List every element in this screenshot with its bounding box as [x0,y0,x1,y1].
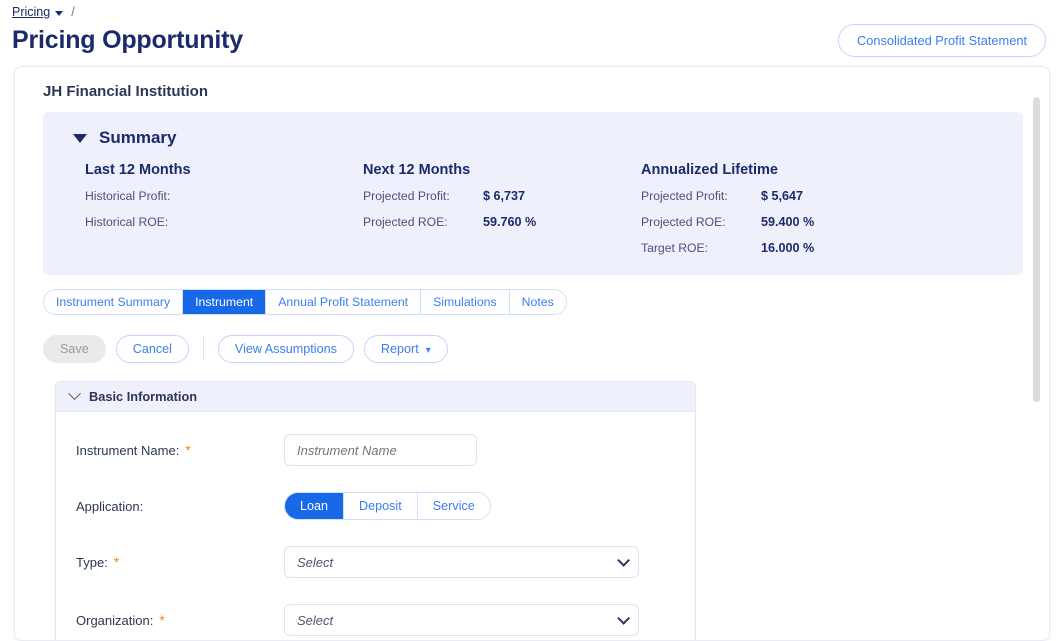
summary-value: 59.400 % [761,215,815,229]
action-toolbar: Save Cancel View Assumptions Report ▾ [43,335,1033,363]
label-text: Instrument Name: [76,442,180,458]
summary-value: $ 5,647 [761,189,804,203]
instrument-name-input[interactable] [284,434,477,466]
institution-name: JH Financial Institution [43,83,209,100]
tab-instrument[interactable]: Instrument [183,290,267,314]
basic-information-header[interactable]: Basic Information [56,382,695,412]
instrument-name-label: Instrument Name: * [76,443,284,458]
summary-value: 16.000 % [761,241,815,255]
summary-label: Projected Profit: [363,189,450,203]
tab-notes[interactable]: Notes [509,290,566,314]
breadcrumb-separator: / [71,5,75,19]
consolidated-profit-statement-button[interactable]: Consolidated Profit Statement [837,23,1046,57]
basic-information-body: Instrument Name: * Application: Loan Dep… [56,412,695,640]
organization-select[interactable]: Select [284,604,639,636]
triangle-down-icon[interactable] [73,133,87,143]
summary-label: Projected ROE: [363,215,448,229]
summary-row: Historical ROE: [85,215,363,229]
field-row-instrument-name: Instrument Name: * [56,434,695,466]
tab-bar: Instrument Summary Instrument Annual Pro… [43,289,567,315]
type-select-value: Select [297,554,334,570]
summary-row: Historical Profit: [85,189,363,203]
label-text: Type: [76,554,108,570]
basic-information-card: Basic Information Instrument Name: * App… [55,381,696,640]
summary-column-next-12-months: Next 12 Months Projected Profit: $ 6,737… [363,162,641,267]
application-option-deposit[interactable]: Deposit [344,493,418,519]
tab-instrument-summary[interactable]: Instrument Summary [44,290,184,314]
summary-column-last-12-months: Last 12 Months Historical Profit: Histor… [85,162,363,267]
scrollbar-thumb[interactable] [1033,97,1040,402]
summary-value: 59.760 % [483,215,537,229]
toolbar-divider [202,337,204,361]
field-row-organization: Organization: * Select [56,604,695,636]
page-header: Pricing Opportunity Consolidated Profit … [0,20,1058,60]
organization-label: Organization: * [76,613,284,628]
summary-row: Projected ROE: 59.760 % [363,215,641,229]
summary-label: Target ROE: [641,241,709,255]
caret-down-icon[interactable] [55,10,64,16]
vertical-scrollbar[interactable] [1033,97,1040,637]
summary-column-annualized-lifetime: Annualized Lifetime Projected Profit: $ … [641,162,814,267]
chevron-down-icon [617,553,630,567]
section-title: Basic Information [89,389,198,404]
organization-select-value: Select [297,612,334,628]
report-label: Report [380,342,419,356]
summary-value: $ 6,737 [483,189,526,203]
summary-row: Projected ROE: 59.400 % [641,215,814,229]
summary-label: Projected Profit: [641,189,728,203]
summary-header[interactable]: Summary [73,128,1007,148]
column-heading: Annualized Lifetime [641,162,778,178]
required-marker: * [185,442,191,458]
summary-columns: Last 12 Months Historical Profit: Histor… [59,162,1007,267]
application-option-loan[interactable]: Loan [285,493,345,519]
application-option-service[interactable]: Service [417,493,490,519]
type-label: Type: * [76,555,284,570]
column-heading: Next 12 Months [363,162,471,178]
required-marker: * [113,554,120,570]
chevron-down-icon: ▾ [425,345,431,356]
main-content-card: JH Financial Institution Summary Last 12… [14,66,1050,641]
summary-label: Historical Profit: [85,189,171,203]
cancel-button[interactable]: Cancel [115,335,189,363]
application-segmented-control: Loan Deposit Service [284,492,491,520]
view-assumptions-button[interactable]: View Assumptions [217,335,354,363]
summary-panel: Summary Last 12 Months Historical Profit… [43,112,1023,275]
summary-label: Historical ROE: [85,215,169,229]
field-row-application: Application: Loan Deposit Service [56,492,695,520]
save-button[interactable]: Save [43,335,106,363]
breadcrumb: Pricing / [0,0,1058,20]
label-text: Organization: [76,612,154,628]
column-heading: Last 12 Months [85,162,191,178]
tab-simulations[interactable]: Simulations [421,290,510,314]
type-select[interactable]: Select [284,546,639,578]
page-title: Pricing Opportunity [12,25,243,54]
summary-row: Target ROE: 16.000 % [641,241,814,255]
label-text: Application: [76,498,144,514]
summary-row: Projected Profit: $ 6,737 [363,189,641,203]
summary-title: Summary [99,128,177,147]
summary-row: Projected Profit: $ 5,647 [641,189,814,203]
tab-annual-profit-statement[interactable]: Annual Profit Statement [266,290,422,314]
chevron-down-icon [617,611,630,625]
application-label: Application: [76,499,284,514]
field-row-type: Type: * Select [56,546,695,578]
required-marker: * [159,612,165,628]
summary-label: Projected ROE: [641,215,726,229]
chevron-down-icon[interactable] [68,387,81,401]
report-dropdown-button[interactable]: Report ▾ [363,335,448,363]
breadcrumb-link-pricing[interactable]: Pricing [12,5,50,19]
